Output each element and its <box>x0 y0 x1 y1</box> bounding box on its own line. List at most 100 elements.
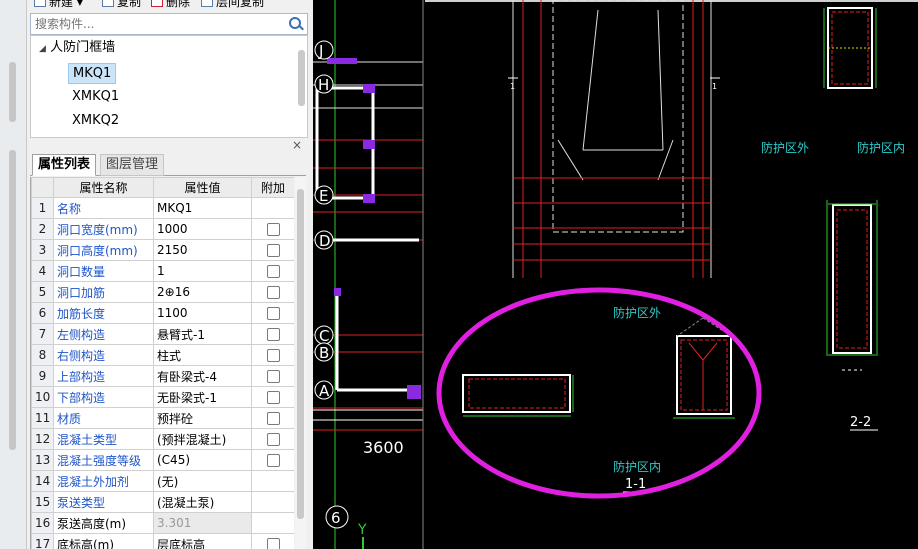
tree-group-fangmen[interactable]: ◢ 人防门框墙 <box>35 38 119 58</box>
table-row[interactable]: 6 加筋长度 1100 <box>31 302 294 324</box>
search-input[interactable] <box>33 15 287 33</box>
property-name: 混凝土类型 <box>53 428 154 450</box>
component-tree: ◢ 人防门框墙 MKQ1 XMKQ1 XMKQ2 <box>30 35 308 138</box>
extra-checkbox[interactable] <box>266 349 280 362</box>
table-row[interactable]: 5 洞口加筋 2⊕16 <box>31 281 294 303</box>
extra-checkbox[interactable] <box>266 244 280 257</box>
table-row[interactable]: 1 名称 MKQ1 <box>31 197 294 219</box>
table-row[interactable]: 15 泵送类型 (混凝土泵) <box>31 491 294 513</box>
property-extra <box>251 449 294 471</box>
search-icon[interactable] <box>289 17 301 29</box>
property-name: 右侧构造 <box>53 344 154 366</box>
new-button[interactable]: 新建 ▾ <box>34 0 83 11</box>
table-row[interactable]: 12 混凝土类型 (预拌混凝土) <box>31 428 294 450</box>
zone-inside-label-right: 防护区内 <box>857 140 905 155</box>
row-number: 13 <box>31 449 54 471</box>
property-value[interactable]: 1 <box>153 260 252 282</box>
axis-bubble-labels: J H E D C B A 6 3600 Y <box>318 42 404 549</box>
tab-layer-management[interactable]: 图层管理 <box>100 154 165 176</box>
delete-button[interactable]: 删除 <box>151 0 190 11</box>
property-name: 名称 <box>53 197 154 219</box>
dock-scroll-upper[interactable] <box>9 62 16 122</box>
extra-checkbox[interactable] <box>266 223 280 236</box>
extra-checkbox[interactable] <box>266 538 280 549</box>
property-value[interactable]: 预拌砼 <box>153 407 252 429</box>
row-number: 2 <box>31 218 54 240</box>
tree-scrollbar[interactable] <box>298 50 305 106</box>
dock-scroll-lower[interactable] <box>9 150 16 450</box>
table-row[interactable]: 11 材质 预拌砼 <box>31 407 294 429</box>
property-name: 左侧构造 <box>53 323 154 345</box>
table-row[interactable]: 7 左侧构造 悬臂式-1 <box>31 323 294 345</box>
extra-checkbox[interactable] <box>266 328 280 341</box>
row-number: 12 <box>31 428 54 450</box>
axis-bubbles <box>314 40 349 529</box>
property-value[interactable]: (预拌混凝土) <box>153 428 252 450</box>
table-row[interactable]: 14 混凝土外加剂 (无) <box>31 470 294 492</box>
property-value[interactable]: 有卧梁式-4 <box>153 365 252 387</box>
cad-drawing-canvas[interactable]: J H E D C B A 6 3600 Y 1 1 防护区外 防护区内 2-2… <box>313 0 918 549</box>
panel-divider: × <box>30 138 306 153</box>
extra-checkbox[interactable] <box>266 391 280 404</box>
delete-icon <box>151 0 163 7</box>
row-number: 8 <box>31 344 54 366</box>
axis-label-6: 6 <box>331 509 341 527</box>
property-value[interactable]: 2⊕16 <box>153 281 252 303</box>
extra-checkbox[interactable] <box>266 265 280 278</box>
extra-checkbox[interactable] <box>266 307 280 320</box>
section-1-1: 防护区外 防护区内 1-1 <box>462 305 735 493</box>
property-value[interactable]: 3.301 <box>153 512 252 534</box>
property-value[interactable]: 无卧梁式-1 <box>153 386 252 408</box>
table-row[interactable]: 8 右侧构造 柱式 <box>31 344 294 366</box>
copy-button[interactable]: 复制 <box>102 0 141 11</box>
table-row[interactable]: 2 洞口宽度(mm) 1000 <box>31 218 294 240</box>
property-extra <box>251 533 294 549</box>
close-icon[interactable]: × <box>292 138 302 152</box>
property-extra <box>251 344 294 366</box>
property-value[interactable]: 悬臂式-1 <box>153 323 252 345</box>
floor-copy-button[interactable]: 层间复制 <box>201 0 264 11</box>
table-row[interactable]: 3 洞口高度(mm) 2150 <box>31 239 294 261</box>
tab-property-list[interactable]: 属性列表 <box>32 154 97 176</box>
extra-checkbox[interactable] <box>266 454 280 467</box>
property-value[interactable]: 层底标高 <box>153 533 252 549</box>
table-row[interactable]: 10 下部构造 无卧梁式-1 <box>31 386 294 408</box>
table-row[interactable]: 16 泵送高度(m) 3.301 <box>31 512 294 534</box>
property-value[interactable]: 柱式 <box>153 344 252 366</box>
extra-checkbox[interactable] <box>266 433 280 446</box>
collapse-triangle-icon[interactable]: ◢ <box>39 44 46 54</box>
row-number: 3 <box>31 239 54 261</box>
property-extra <box>251 407 294 429</box>
property-name: 洞口宽度(mm) <box>53 218 154 240</box>
property-extra <box>251 386 294 408</box>
property-value[interactable]: (无) <box>153 470 252 492</box>
floor-copy-icon <box>201 0 213 7</box>
property-value[interactable]: 2150 <box>153 239 252 261</box>
axis-label-d: D <box>319 232 331 250</box>
property-extra <box>251 197 294 219</box>
row-number: 7 <box>31 323 54 345</box>
extra-checkbox[interactable] <box>266 370 280 383</box>
property-value[interactable]: MKQ1 <box>153 197 252 219</box>
section-mark-right: 1 <box>712 82 717 91</box>
property-extra <box>251 260 294 282</box>
cad-drawing: J H E D C B A 6 3600 Y 1 1 防护区外 防护区内 2-2… <box>313 0 918 549</box>
row-number: 10 <box>31 386 54 408</box>
axis-label-b: B <box>319 344 329 362</box>
property-value[interactable]: 1100 <box>153 302 252 324</box>
extra-checkbox[interactable] <box>266 412 280 425</box>
table-row[interactable]: 9 上部构造 有卧梁式-4 <box>31 365 294 387</box>
table-row[interactable]: 13 混凝土强度等级 (C45) <box>31 449 294 471</box>
property-value[interactable]: (C45) <box>153 449 252 471</box>
extra-checkbox[interactable] <box>266 286 280 299</box>
property-value[interactable]: (混凝土泵) <box>153 491 252 513</box>
property-scrollbar[interactable] <box>295 177 306 549</box>
table-row[interactable]: 17 底标高(m) 层底标高 <box>31 533 294 549</box>
tree-item-xmkq1[interactable]: XMKQ1 <box>68 87 123 107</box>
tree-item-xmkq2[interactable]: XMKQ2 <box>68 111 123 131</box>
tree-item-mkq1[interactable]: MKQ1 <box>68 63 117 84</box>
table-row[interactable]: 4 洞口数量 1 <box>31 260 294 282</box>
property-value[interactable]: 1000 <box>153 218 252 240</box>
row-number: 6 <box>31 302 54 324</box>
scroll-thumb[interactable] <box>297 189 304 519</box>
